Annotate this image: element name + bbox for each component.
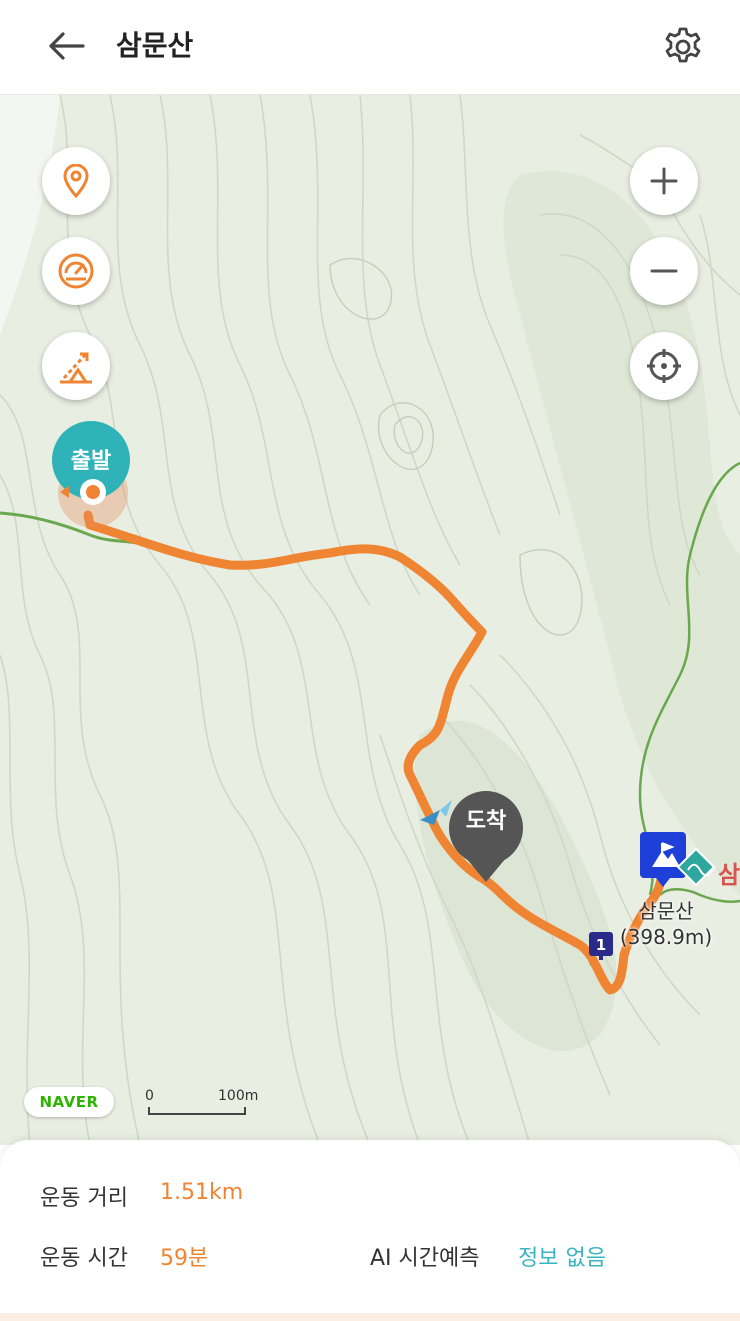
location-pin-icon — [63, 164, 89, 198]
time-value: 59분 — [160, 1246, 209, 1271]
peak-name: 삼문산 — [638, 899, 694, 923]
zoom-in-button[interactable] — [630, 147, 698, 215]
peak-cut-label: 삼 — [718, 861, 740, 889]
slope-button[interactable] — [42, 332, 110, 400]
gear-icon — [665, 27, 701, 63]
distance-label: 운동 거리 — [40, 1186, 128, 1211]
bottom-strip — [0, 1313, 740, 1321]
zoom-in-icon — [650, 167, 678, 195]
naver-logo: NAVER — [24, 1087, 114, 1117]
locate-crosshair-icon — [647, 349, 681, 383]
ai-prediction-label: AI 시간예측 — [370, 1246, 480, 1271]
arrow-left-icon — [49, 32, 85, 60]
page-title: 삼문산 — [116, 29, 194, 62]
speed-button[interactable] — [42, 237, 110, 305]
zoom-out-icon — [650, 269, 678, 273]
waypoint-number: 1 — [596, 936, 606, 954]
topographic-map — [0, 95, 740, 1145]
back-button[interactable] — [44, 26, 88, 66]
arrive-marker-label: 도착 — [465, 809, 507, 834]
settings-button[interactable] — [660, 24, 706, 70]
time-label: 운동 시간 — [40, 1246, 128, 1271]
app-header: 삼문산 — [0, 0, 740, 95]
map-view[interactable]: 출발 도착 1 삼문산 (398.9m) 삼 NAVER 0 100m — [0, 95, 740, 1145]
scale-zero-label: 0 — [145, 1088, 154, 1104]
zoom-out-button[interactable] — [630, 237, 698, 305]
scale-bar — [148, 1107, 246, 1115]
start-direction-icon — [60, 486, 69, 498]
start-point-marker — [80, 479, 106, 505]
stats-panel: 운동 거리 1.51km 운동 시간 59분 AI 시간예측 정보 없음 — [0, 1140, 740, 1321]
location-button[interactable] — [42, 147, 110, 215]
ai-prediction-value: 정보 없음 — [518, 1246, 606, 1271]
scale-length-label: 100m — [218, 1088, 259, 1104]
slope-icon — [60, 352, 92, 384]
peak-elevation: (398.9m) — [619, 925, 713, 949]
distance-value: 1.51km — [160, 1180, 244, 1205]
speedometer-icon — [58, 253, 94, 289]
locate-button[interactable] — [630, 332, 698, 400]
peak-label[interactable]: 삼문산 (398.9m) — [606, 898, 726, 950]
